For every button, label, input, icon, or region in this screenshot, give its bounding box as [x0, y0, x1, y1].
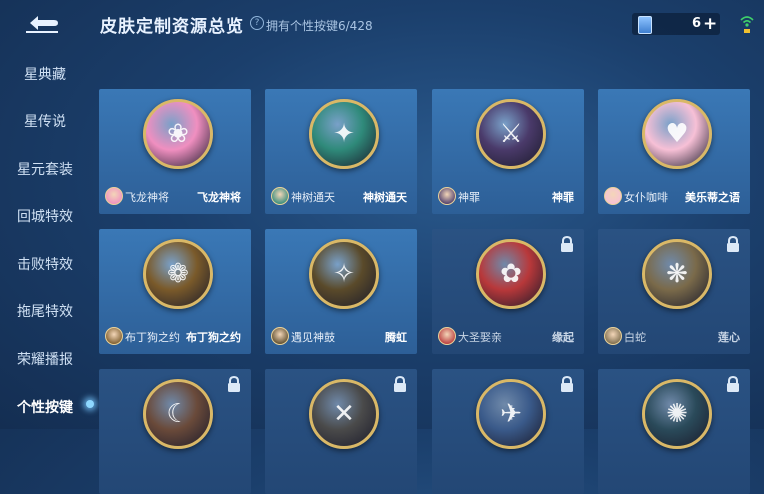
button-skin-name: 腾虹 — [385, 331, 407, 344]
lock-icon — [727, 235, 739, 252]
skin-card[interactable]: ✿ 大圣娶亲 缘起 — [432, 229, 584, 354]
orb-emblem-icon: ☾ — [166, 399, 190, 429]
wifi-icon — [740, 16, 754, 33]
hero-avatar — [438, 187, 456, 205]
sidebar-item-star-set[interactable]: 星元套装 — [0, 159, 90, 179]
hero-skin-label: 白蛇 — [624, 331, 646, 344]
button-preview-orb: ♥ — [642, 99, 712, 169]
owned-count: 拥有个性按键6/428 — [266, 19, 373, 33]
sidebar-item-recall-effect[interactable]: 回城特效 — [0, 206, 90, 226]
orb-emblem-icon: ✈ — [500, 399, 522, 429]
sidebar-item-star-collection[interactable]: 星典藏 — [0, 64, 90, 84]
hero-skin-label: 大圣娶亲 — [458, 331, 502, 344]
orb-emblem-icon: ❀ — [167, 119, 189, 149]
button-preview-orb: ✕ — [309, 379, 379, 449]
sidebar-item-star-legend[interactable]: 星传说 — [0, 111, 90, 131]
button-preview-orb: ✦ — [309, 99, 379, 169]
card-info-row: 布丁狗之约 布丁狗之约 — [105, 327, 249, 345]
coupon-icon — [638, 16, 652, 34]
hero-avatar — [105, 187, 123, 205]
orb-emblem-icon: ✕ — [333, 399, 355, 429]
back-button[interactable] — [20, 10, 64, 36]
sidebar-item-defeat-effect[interactable]: 击败特效 — [0, 254, 90, 274]
orb-emblem-icon: ✿ — [500, 259, 522, 289]
button-skin-name: 莲心 — [718, 331, 740, 344]
button-skin-name: 美乐蒂之语 — [685, 191, 740, 204]
orb-emblem-icon: ✦ — [333, 119, 355, 149]
page-title: 皮肤定制资源总览 — [100, 17, 244, 37]
skin-card[interactable]: ❋ 白蛇 莲心 — [598, 229, 750, 354]
button-preview-orb: ✈ — [476, 379, 546, 449]
hero-skin-label: 遇见神鼓 — [291, 331, 335, 344]
lock-icon — [228, 375, 240, 392]
card-info-row: 神树通天 神树通天 — [271, 187, 415, 205]
button-preview-orb: ✺ — [642, 379, 712, 449]
skin-card[interactable]: ♥ 女仆咖啡 美乐蒂之语 — [598, 89, 750, 214]
help-icon[interactable]: ? — [250, 16, 264, 30]
hero-avatar — [271, 327, 289, 345]
top-bar: 皮肤定制资源总览 ? 拥有个性按键6/428 6 + — [0, 0, 764, 48]
add-currency-icon[interactable]: + — [703, 14, 717, 34]
sidebar-item-glory-broadcast[interactable]: 荣耀播报 — [0, 349, 90, 369]
card-info-row: 神罪 神罪 — [438, 187, 582, 205]
hero-skin-label: 布丁狗之约 — [125, 331, 180, 344]
active-indicator — [86, 400, 94, 408]
currency-value: 6 — [692, 16, 702, 31]
button-skin-name: 缘起 — [552, 331, 574, 344]
card-info-row: 遇见神鼓 腾虹 — [271, 327, 415, 345]
skin-card[interactable]: ✈ — [432, 369, 584, 494]
orb-emblem-icon: ✧ — [333, 259, 355, 289]
button-preview-orb: ⚔ — [476, 99, 546, 169]
sidebar: 星典藏 星传说 星元套装 回城特效 击败特效 拖尾特效 荣耀播报 个性按键 — [0, 48, 90, 429]
button-skin-name: 飞龙神将 — [197, 191, 241, 204]
skin-card[interactable]: ❁ 布丁狗之约 布丁狗之约 — [99, 229, 251, 354]
hero-avatar — [105, 327, 123, 345]
card-info-row: 白蛇 莲心 — [604, 327, 748, 345]
card-info-row: 飞龙神将 飞龙神将 — [105, 187, 249, 205]
orb-emblem-icon: ❁ — [167, 259, 189, 289]
hero-avatar — [438, 327, 456, 345]
back-arrow-icon — [26, 16, 58, 33]
orb-emblem-icon: ♥ — [665, 119, 689, 149]
lock-icon — [394, 375, 406, 392]
hero-avatar — [604, 327, 622, 345]
orb-emblem-icon: ⚔ — [499, 119, 523, 149]
sidebar-item-custom-buttons[interactable]: 个性按键 — [0, 397, 90, 417]
lock-icon — [561, 375, 573, 392]
skin-card[interactable]: ☾ — [99, 369, 251, 494]
orb-emblem-icon: ❋ — [666, 259, 688, 289]
hero-skin-label: 神罪 — [458, 191, 480, 204]
button-skin-name: 神罪 — [552, 191, 574, 204]
hero-avatar — [604, 187, 622, 205]
button-skin-name: 神树通天 — [363, 191, 407, 204]
button-preview-orb: ☾ — [143, 379, 213, 449]
skin-card[interactable]: ✧ 遇见神鼓 腾虹 — [265, 229, 417, 354]
sidebar-item-trail-effect[interactable]: 拖尾特效 — [0, 301, 90, 321]
button-preview-orb: ❀ — [143, 99, 213, 169]
button-preview-orb: ✿ — [476, 239, 546, 309]
skin-card[interactable]: ✺ — [598, 369, 750, 494]
button-preview-orb: ✧ — [309, 239, 379, 309]
lock-icon — [727, 375, 739, 392]
button-skin-name: 布丁狗之约 — [186, 331, 241, 344]
currency-box: 6 + — [632, 13, 720, 35]
orb-emblem-icon: ✺ — [666, 399, 688, 429]
skin-card[interactable]: ⚔ 神罪 神罪 — [432, 89, 584, 214]
skin-card[interactable]: ❀ 飞龙神将 飞龙神将 — [99, 89, 251, 214]
button-preview-orb: ❁ — [143, 239, 213, 309]
button-preview-orb: ❋ — [642, 239, 712, 309]
card-info-row: 女仆咖啡 美乐蒂之语 — [604, 187, 748, 205]
lock-icon — [561, 235, 573, 252]
skin-card[interactable]: ✦ 神树通天 神树通天 — [265, 89, 417, 214]
hero-avatar — [271, 187, 289, 205]
card-info-row: 大圣娶亲 缘起 — [438, 327, 582, 345]
skin-card[interactable]: ✕ — [265, 369, 417, 494]
hero-skin-label: 女仆咖啡 — [624, 191, 668, 204]
hero-skin-label: 神树通天 — [291, 191, 335, 204]
hero-skin-label: 飞龙神将 — [125, 191, 169, 204]
